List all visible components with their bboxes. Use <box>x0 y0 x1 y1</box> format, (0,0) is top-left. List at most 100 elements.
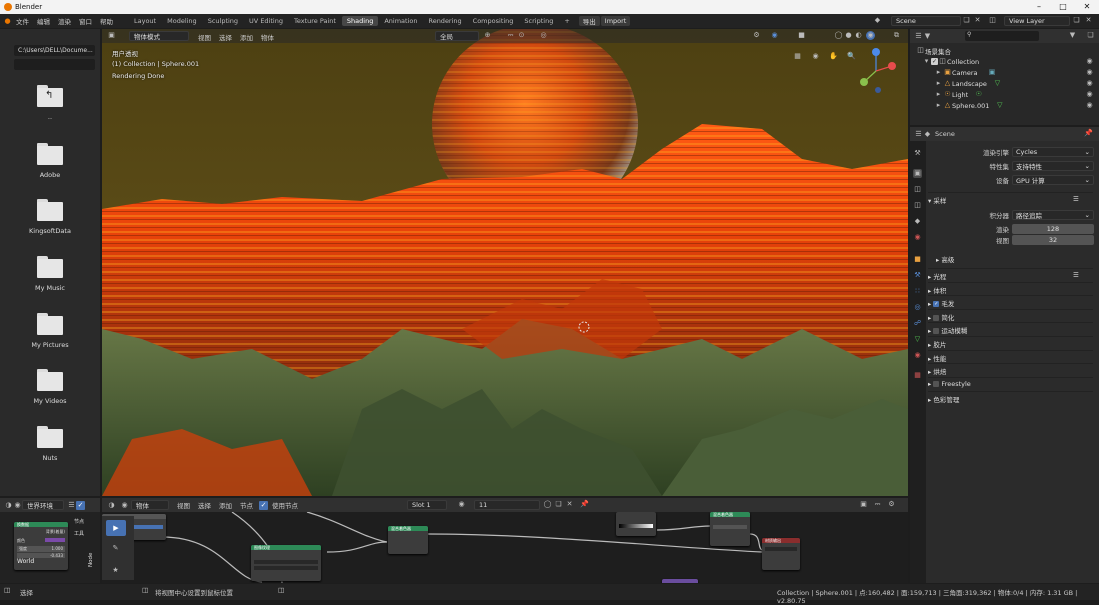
folder-my-music[interactable]: My Music <box>12 256 88 292</box>
texture-tab-icon[interactable]: ▦ <box>913 371 922 380</box>
shader-type-icon[interactable]: ◉ <box>13 501 22 510</box>
shading-solid-icon[interactable]: ● <box>844 31 853 40</box>
pin-icon[interactable]: 📌 <box>580 500 589 509</box>
snap-target-icon[interactable]: ⊙ <box>517 31 526 40</box>
material-name-field[interactable]: 11 <box>474 500 540 510</box>
hair-checkbox[interactable]: ✓ <box>933 301 940 307</box>
folder-my-pictures[interactable]: My Pictures <box>12 313 88 349</box>
maximize-area-icon[interactable]: ⧉ <box>892 31 901 40</box>
pin-icon[interactable]: 📌 <box>1084 129 1093 138</box>
gizmo-neg-z-axis[interactable] <box>875 87 881 93</box>
eye-icon[interactable]: ◉ <box>1085 68 1094 77</box>
render-tab-icon[interactable]: ▣ <box>913 169 922 178</box>
world-selector[interactable]: 世界环境 <box>22 500 64 510</box>
close-button[interactable]: ✕ <box>1075 0 1099 14</box>
view-layer-tab-icon[interactable]: ◫ <box>913 201 922 210</box>
modifier-tab-icon[interactable]: ⚒ <box>913 271 922 280</box>
zoom-view-icon[interactable]: 🔍 <box>847 52 856 61</box>
node-field[interactable] <box>254 566 318 570</box>
eye-icon[interactable]: ◉ <box>1085 79 1094 88</box>
fake-user-icon[interactable]: ◯ <box>543 500 552 509</box>
new-scene-icon[interactable]: ❏ <box>962 16 971 25</box>
folder-kingsoftdata[interactable]: KingsoftData <box>12 199 88 235</box>
folder-adobe[interactable]: Adobe <box>12 143 88 179</box>
expand-icon[interactable]: ▸ <box>934 90 943 99</box>
simplify-checkbox[interactable] <box>933 315 940 321</box>
color-ramp-bar[interactable] <box>619 524 653 528</box>
section-freestyle[interactable]: ▸ Freestyle <box>928 377 1093 388</box>
backdrop-icon[interactable]: ▣ <box>859 500 868 509</box>
cut-links-tool-icon[interactable]: ★ <box>111 566 120 575</box>
render-engine-dropdown[interactable]: Cycles ⌄ <box>1012 147 1094 157</box>
unlink-material-icon[interactable]: ✕ <box>565 500 574 509</box>
scene-tab-icon[interactable]: ◆ <box>913 217 922 226</box>
section-performance[interactable]: ▸ 性能 <box>928 350 1093 363</box>
pan-view-icon[interactable]: ✋ <box>829 52 838 61</box>
node-view-menu[interactable]: 视图 <box>173 500 194 510</box>
eye-icon[interactable]: ◉ <box>1085 90 1094 99</box>
sidebar-tab-node[interactable]: 节点 <box>74 518 86 525</box>
filebrowser-path-field[interactable]: C:\Users\DELL\Docume... <box>14 45 95 56</box>
integrator-dropdown[interactable]: 路径追踪 ⌄ <box>1012 210 1094 220</box>
eye-icon[interactable]: ◉ <box>1085 57 1094 66</box>
viewport-view-menu[interactable]: 视图 <box>194 32 215 42</box>
constraint-tab-icon[interactable]: ☍ <box>913 319 922 328</box>
motion-blur-checkbox[interactable] <box>933 328 940 334</box>
render-samples-field[interactable]: 128 <box>1012 224 1094 234</box>
viewport-select-menu[interactable]: 选择 <box>215 32 236 42</box>
editor-type-icon[interactable]: ◑ <box>4 501 13 510</box>
tab-compositing[interactable]: Compositing <box>468 16 519 26</box>
node-mix-shader[interactable]: 混合着色器 <box>388 526 428 554</box>
3d-viewport[interactable] <box>102 29 908 496</box>
section-bake[interactable]: ▸ 烘焙 <box>928 363 1093 376</box>
folder-parent[interactable]: ↰ .. <box>12 85 88 121</box>
node-color-swatch[interactable] <box>45 538 65 542</box>
toggle-view-grid-icon[interactable]: ▦ <box>793 52 802 61</box>
expand-icon[interactable]: ▸ <box>934 101 943 110</box>
proportional-edit-icon[interactable]: ◎ <box>539 31 548 40</box>
overlay-toggle-icon[interactable]: ◉ <box>770 31 779 40</box>
node-node-menu[interactable]: 节点 <box>236 500 257 510</box>
tab-animation[interactable]: Animation <box>379 16 422 26</box>
menu-edit[interactable]: 编辑 <box>33 16 54 26</box>
outliner-row-collection[interactable]: ▾ ✓ ◫ Collection ◉ <box>910 56 1099 67</box>
section-simplify[interactable]: ▸ 简化 <box>928 309 1093 322</box>
outliner-row-camera[interactable]: ▸ ▣ Camera ▣ ◉ <box>910 67 1099 78</box>
camera-view-icon[interactable]: ◉ <box>811 52 820 61</box>
tab-rendering[interactable]: Rendering <box>423 16 466 26</box>
delete-view-layer-icon[interactable]: ✕ <box>1084 16 1093 25</box>
viewport-samples-field[interactable]: 32 <box>1012 235 1094 245</box>
editor-type-icon[interactable]: ☰ <box>914 32 923 41</box>
section-film[interactable]: ▸ 胶片 <box>928 336 1093 349</box>
menu-help[interactable]: 帮助 <box>96 16 117 26</box>
annotate-tool-icon[interactable]: ✎ <box>111 544 120 553</box>
import-button[interactable]: Import <box>600 16 631 26</box>
outliner-row-landscape[interactable]: ▸ △ Landscape ▽ ◉ <box>910 78 1099 89</box>
menu-render[interactable]: 渲染 <box>54 16 75 26</box>
overlay-icon[interactable]: ⚙ <box>887 500 896 509</box>
node-field[interactable] <box>254 560 318 564</box>
shader-type-icon[interactable]: ◉ <box>120 501 129 510</box>
outliner-row-scene-collection[interactable]: ◫ 场景集合 <box>910 45 1099 56</box>
scene-selector[interactable]: Scene <box>891 16 961 26</box>
new-material-icon[interactable]: ❏ <box>554 500 563 509</box>
mode-selector[interactable]: 物体模式 <box>129 31 189 41</box>
node-material-output[interactable]: 材质输出 <box>762 538 800 570</box>
display-mode-icon[interactable]: ▼ <box>923 32 932 41</box>
data-tab-icon[interactable]: ▽ <box>913 335 922 344</box>
expand-icon[interactable]: ▾ <box>922 57 931 66</box>
node-field[interactable] <box>713 525 747 529</box>
material-icon[interactable]: ◉ <box>457 500 466 509</box>
freestyle-checkbox[interactable] <box>933 381 940 387</box>
material-tab-icon[interactable]: ◉ <box>913 351 922 360</box>
output-tab-icon[interactable]: ◫ <box>913 185 922 194</box>
navigation-gizmo[interactable] <box>854 46 898 96</box>
list-icon[interactable]: ☰ <box>1073 195 1079 203</box>
filter-icon[interactable]: ▼ <box>1068 31 1077 40</box>
export-button[interactable]: 导出 <box>578 16 600 26</box>
node-editor[interactable]: 图像纹理 混合着色器 混合着色器 材质输出 ▶ ✎ ★ <box>102 512 908 583</box>
checkbox-icon[interactable]: ✓ <box>931 58 938 65</box>
folder-nuts[interactable]: Nuts <box>12 426 88 462</box>
node-mix-shader-2[interactable]: 混合着色器 <box>710 512 750 546</box>
pivot-icon[interactable]: ⊕ <box>483 31 492 40</box>
